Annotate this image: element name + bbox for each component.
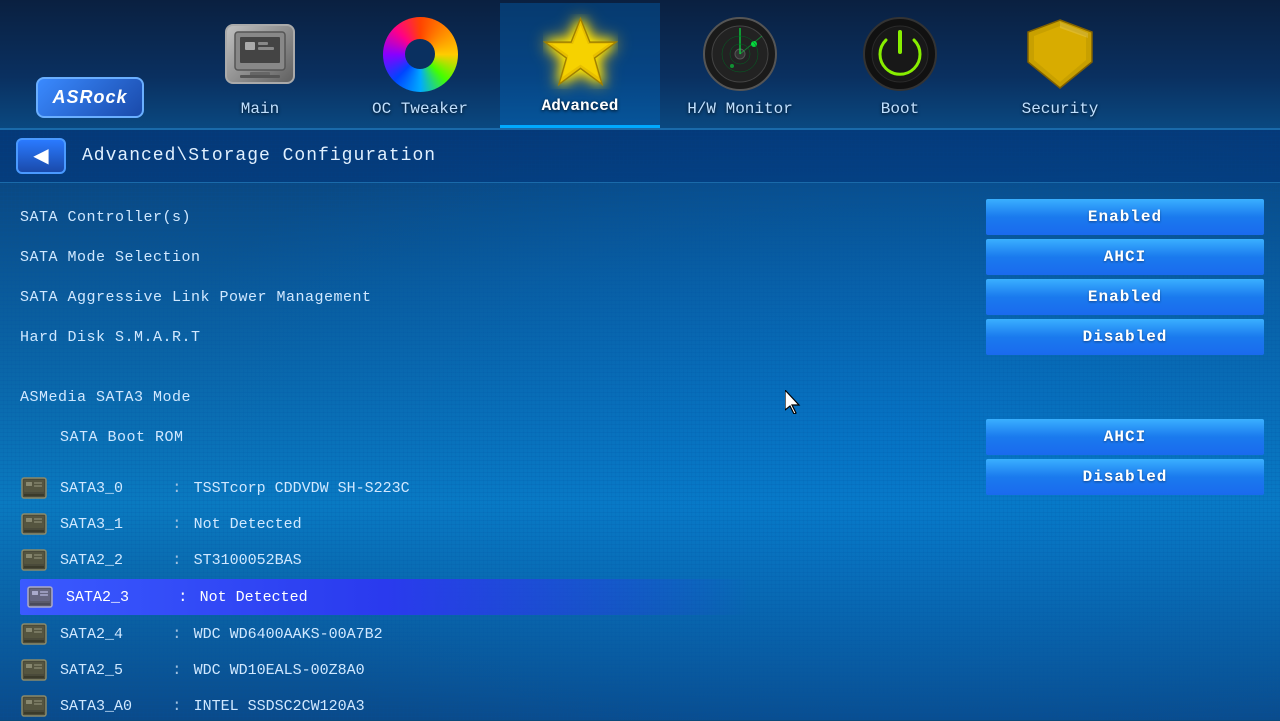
sata-device-row-5[interactable]: SATA2_5 : WDC WD10EALS-00Z8A0: [20, 653, 950, 687]
boot-icon: [860, 14, 940, 94]
nav-label-advanced: Advanced: [542, 97, 619, 115]
sata2-2-value: ST3100052BAS: [194, 552, 302, 569]
sata2-5-value: WDC WD10EALS-00Z8A0: [194, 662, 365, 679]
back-arrow-icon: ◀: [33, 143, 48, 169]
nav-item-advanced[interactable]: Advanced: [500, 3, 660, 128]
nav-label-security: Security: [1022, 100, 1099, 118]
sata3-a0-port: SATA3_A0: [60, 698, 160, 715]
main-icon: [220, 14, 300, 94]
sata2-5-icon: [20, 656, 48, 684]
nav-item-security[interactable]: Security: [980, 6, 1140, 128]
sata-device-row-3[interactable]: SATA2_3 : Not Detected: [20, 579, 750, 615]
breadcrumb-bar: ◀ Advanced\Storage Configuration: [0, 130, 1280, 183]
nav-item-hw-monitor[interactable]: H/W Monitor: [660, 6, 820, 128]
security-icon: [1020, 14, 1100, 94]
sata3-1-value: Not Detected: [194, 516, 302, 533]
nav-item-main[interactable]: Main: [180, 6, 340, 128]
sata-mode-value[interactable]: AHCI: [986, 239, 1264, 275]
right-panel: Enabled AHCI Enabled Disabled AHCI Disab…: [970, 183, 1280, 721]
sata-boot-rom-value[interactable]: Disabled: [986, 459, 1264, 495]
setting-row-sata-controller[interactable]: SATA Controller(s): [20, 199, 950, 235]
setting-row-sata-boot-rom[interactable]: SATA Boot ROM: [20, 419, 950, 455]
breadcrumb-path: Advanced\Storage Configuration: [82, 146, 436, 166]
back-button[interactable]: ◀: [16, 138, 66, 174]
sata-alpm-label: SATA Aggressive Link Power Management: [20, 289, 500, 306]
sata3-0-port: SATA3_0: [60, 480, 160, 497]
sata2-3-port: SATA2_3: [66, 589, 166, 606]
advanced-icon: [540, 11, 620, 91]
hdd-smart-value[interactable]: Disabled: [986, 319, 1264, 355]
sata-mode-label: SATA Mode Selection: [20, 249, 500, 266]
nav-label-main: Main: [241, 100, 279, 118]
sata2-5-port: SATA2_5: [60, 662, 160, 679]
hw-monitor-icon: [700, 14, 780, 94]
sata3-0-value: TSSTcorp CDDVDW SH-S223C: [194, 480, 410, 497]
sata-controller-value[interactable]: Enabled: [986, 199, 1264, 235]
sata2-3-value: Not Detected: [200, 589, 308, 606]
sata2-4-icon: [20, 620, 48, 648]
sata3-1-port: SATA3_1: [60, 516, 160, 533]
setting-row-sata-mode[interactable]: SATA Mode Selection: [20, 239, 950, 275]
oc-tweaker-icon: [380, 14, 460, 94]
sata3-a0-icon: [20, 692, 48, 720]
sata2-3-icon: [26, 583, 54, 611]
main-area: SATA Controller(s) SATA Mode Selection S…: [0, 183, 1280, 721]
sata3-1-icon: [20, 510, 48, 538]
setting-row-asmedia-mode[interactable]: ASMedia SATA3 Mode: [20, 379, 950, 415]
nav-label-oc-tweaker: OC Tweaker: [372, 100, 468, 118]
nav-label-hw-monitor: H/W Monitor: [687, 100, 793, 118]
sata-device-row-4[interactable]: SATA2_4 : WDC WD6400AAKS-00A7B2: [20, 617, 950, 651]
sata-alpm-value[interactable]: Enabled: [986, 279, 1264, 315]
sata2-2-icon: [20, 546, 48, 574]
sata3-a0-value: INTEL SSDSC2CW120A3: [194, 698, 365, 715]
asmedia-mode-label: ASMedia SATA3 Mode: [20, 389, 500, 406]
hdd-smart-label: Hard Disk S.M.A.R.T: [20, 329, 500, 346]
brand-badge: ASRock: [36, 77, 143, 118]
sata2-4-value: WDC WD6400AAKS-00A7B2: [194, 626, 383, 643]
nav-item-oc-tweaker[interactable]: OC Tweaker: [340, 6, 500, 128]
left-panel: SATA Controller(s) SATA Mode Selection S…: [0, 183, 970, 721]
sata2-4-port: SATA2_4: [60, 626, 160, 643]
nav-item-boot[interactable]: Boot: [820, 6, 980, 128]
asrock-logo: ASRock: [0, 77, 180, 128]
nav-label-boot: Boot: [881, 100, 919, 118]
sata2-2-port: SATA2_2: [60, 552, 160, 569]
setting-row-hdd-smart[interactable]: Hard Disk S.M.A.R.T: [20, 319, 950, 355]
sata-device-row-2[interactable]: SATA2_2 : ST3100052BAS: [20, 543, 950, 577]
sata-device-row-0[interactable]: SATA3_0 : TSSTcorp CDDVDW SH-S223C: [20, 471, 950, 505]
sata-device-row-6[interactable]: SATA3_A0 : INTEL SSDSC2CW120A3: [20, 689, 950, 721]
setting-row-sata-alpm[interactable]: SATA Aggressive Link Power Management: [20, 279, 950, 315]
sata-device-row-1[interactable]: SATA3_1 : Not Detected: [20, 507, 950, 541]
top-navigation: ASRock Main: [0, 0, 1280, 130]
sata-controller-label: SATA Controller(s): [20, 209, 500, 226]
asmedia-mode-value[interactable]: AHCI: [986, 419, 1264, 455]
sata3-0-icon: [20, 474, 48, 502]
sata-boot-rom-label: SATA Boot ROM: [20, 429, 500, 446]
